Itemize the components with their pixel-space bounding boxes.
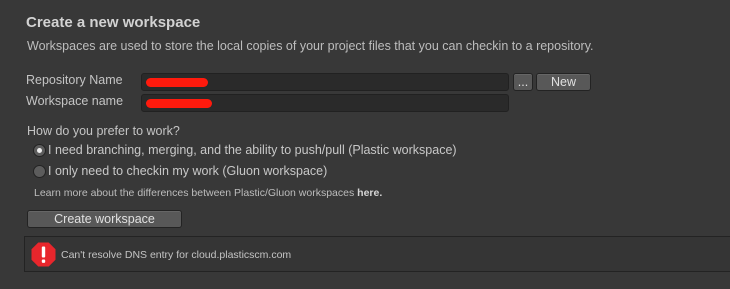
gluon-workspace-label[interactable]: I only need to checkin my work (Gluon wo… — [48, 164, 327, 178]
error-message-box: Can't resolve DNS entry for cloud.plasti… — [24, 236, 730, 272]
workspace-name-input[interactable] — [141, 94, 509, 112]
redaction-mark — [146, 78, 208, 87]
repository-name-label: Repository Name — [26, 73, 123, 87]
work-mode-question: How do you prefer to work? — [27, 124, 180, 138]
workspace-name-label: Workspace name — [26, 94, 124, 108]
radio-plastic-workspace[interactable] — [33, 143, 46, 157]
redaction-mark — [146, 99, 212, 108]
browse-repository-button[interactable]: ... — [513, 73, 533, 91]
learn-more-link[interactable]: here. — [357, 187, 382, 199]
new-repository-button[interactable]: New — [536, 73, 591, 91]
gluon-workspace-option[interactable]: I only need to checkin my work (Gluon wo… — [33, 164, 327, 178]
create-workspace-button[interactable]: Create workspace — [27, 210, 182, 228]
radio-gluon-workspace[interactable] — [33, 164, 46, 178]
learn-more-description: Learn more about the differences between… — [34, 187, 355, 199]
error-icon — [31, 242, 56, 267]
plastic-workspace-label[interactable]: I need branching, merging, and the abili… — [48, 143, 457, 157]
plastic-workspace-option[interactable]: I need branching, merging, and the abili… — [33, 143, 457, 157]
error-message-text: Can't resolve DNS entry for cloud.plasti… — [61, 249, 292, 261]
page-description: Workspaces are used to store the local c… — [27, 39, 594, 53]
repository-name-input[interactable] — [141, 73, 509, 91]
learn-more-text: Learn more about the differences between… — [34, 187, 382, 199]
page-title: Create a new workspace — [26, 14, 201, 31]
